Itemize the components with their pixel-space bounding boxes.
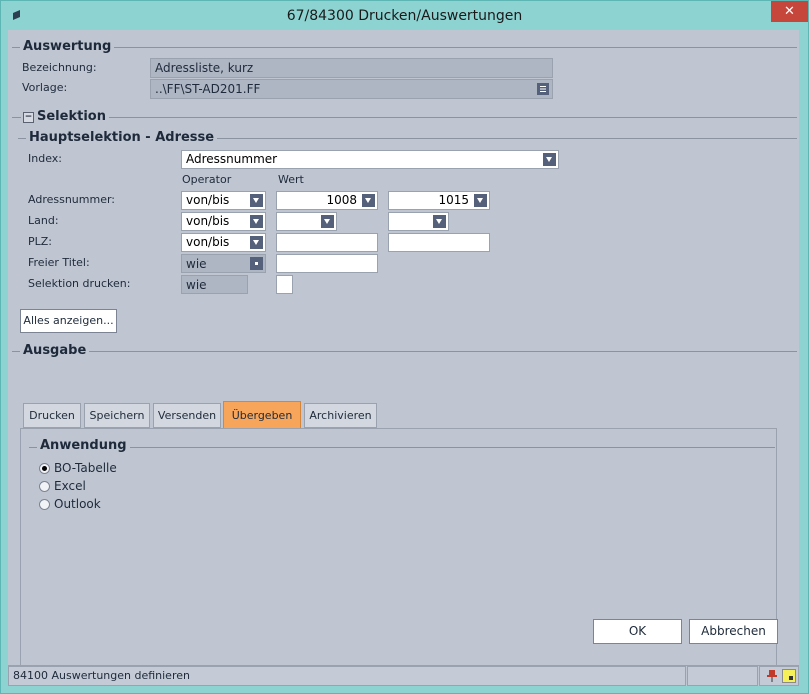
status-text: 84100 Auswertungen definieren xyxy=(8,666,686,686)
close-icon: ✕ xyxy=(784,4,795,19)
chevron-down-icon[interactable] xyxy=(250,215,263,228)
option-excel[interactable]: Excel xyxy=(39,479,159,493)
collapse-toggle-icon[interactable]: − xyxy=(23,112,34,123)
operator-value: von/bis xyxy=(186,235,230,249)
tab-versenden[interactable]: Versenden xyxy=(153,403,221,428)
status-icons xyxy=(759,666,799,686)
status-cell-empty xyxy=(687,666,758,686)
menu-icon xyxy=(540,86,546,92)
plz-von-field[interactable] xyxy=(276,233,378,252)
land-von-field[interactable] xyxy=(276,212,337,231)
wert-header: Wert xyxy=(278,173,304,186)
index-label: Index: xyxy=(28,152,62,165)
bezeichnung-label: Bezeichnung: xyxy=(22,61,97,74)
operator-header: Operator xyxy=(182,173,232,186)
adressnummer-von-field[interactable]: 1008 xyxy=(276,191,378,210)
section-title-selektion: Selektion xyxy=(37,109,106,124)
section-title-auswertung: Auswertung xyxy=(20,39,115,54)
adressnummer-label: Adressnummer: xyxy=(28,193,116,206)
selektion-drucken-label: Selektion drucken: xyxy=(28,277,131,290)
selektion-header[interactable]: − Selektion xyxy=(21,109,109,124)
option-label: Outlook xyxy=(54,497,101,511)
close-button[interactable]: ✕ xyxy=(771,1,808,22)
chevron-down-icon[interactable] xyxy=(250,236,263,249)
alles-anzeigen-button[interactable]: Alles anzeigen... xyxy=(20,309,117,333)
radio-outlook[interactable] xyxy=(39,499,50,510)
vorlage-value: ..\FF\ST-AD201.FF xyxy=(155,82,261,96)
radio-bo-tabelle[interactable] xyxy=(39,463,50,474)
index-value: Adressnummer xyxy=(186,152,278,166)
vorlage-label: Vorlage: xyxy=(22,81,68,94)
freier-titel-label: Freier Titel: xyxy=(28,256,90,269)
chevron-down-icon[interactable] xyxy=(543,153,556,166)
chevron-down-icon[interactable] xyxy=(250,194,263,207)
plz-label: PLZ: xyxy=(28,235,53,248)
cancel-button[interactable]: Abbrechen xyxy=(689,619,778,644)
land-bis-field[interactable] xyxy=(388,212,449,231)
von-value: 1008 xyxy=(326,193,357,207)
ok-button[interactable]: OK xyxy=(593,619,682,644)
tab-speichern[interactable]: Speichern xyxy=(84,403,150,428)
index-dropdown[interactable]: Adressnummer xyxy=(181,150,559,169)
plz-bis-field[interactable] xyxy=(388,233,490,252)
plz-operator[interactable]: von/bis xyxy=(181,233,266,252)
option-label: Excel xyxy=(54,479,86,493)
freier-titel-operator[interactable]: wie xyxy=(181,254,266,273)
browse-button[interactable] xyxy=(537,83,549,95)
tab-archivieren[interactable]: Archivieren xyxy=(304,403,377,428)
pin-icon[interactable] xyxy=(765,669,779,683)
section-title-hauptselektion: Hauptselektion - Adresse xyxy=(26,130,218,145)
bezeichnung-field[interactable]: Adressliste, kurz xyxy=(150,58,553,78)
freier-titel-field[interactable] xyxy=(276,254,378,273)
window-title: 67/84300 Drucken/Auswertungen xyxy=(286,8,523,24)
adressnummer-bis-field[interactable]: 1015 xyxy=(388,191,490,210)
option-outlook[interactable]: Outlook xyxy=(39,497,159,511)
selektion-drucken-checkbox[interactable] xyxy=(276,275,293,294)
tab-uebergeben[interactable]: Übergeben xyxy=(223,401,301,429)
bis-value: 1015 xyxy=(438,193,469,207)
selektion-drucken-operator: wie xyxy=(181,275,248,294)
chevron-down-icon[interactable] xyxy=(474,194,487,207)
note-icon[interactable] xyxy=(782,669,796,683)
land-label: Land: xyxy=(28,214,59,227)
chevron-down-icon[interactable] xyxy=(321,215,334,228)
section-title-ausgabe: Ausgabe xyxy=(20,343,90,358)
operator-value: von/bis xyxy=(186,214,230,228)
chevron-down-icon[interactable] xyxy=(362,194,375,207)
title-bar[interactable]: 67/84300 Drucken/Auswertungen ✕ xyxy=(1,1,808,31)
chevron-down-icon[interactable] xyxy=(433,215,446,228)
operator-value: wie xyxy=(186,257,207,271)
dot-icon[interactable] xyxy=(250,257,263,270)
option-label: BO-Tabelle xyxy=(54,461,117,475)
tab-drucken[interactable]: Drucken xyxy=(23,403,81,428)
vorlage-field[interactable]: ..\FF\ST-AD201.FF xyxy=(150,79,553,99)
adressnummer-operator[interactable]: von/bis xyxy=(181,191,266,210)
land-operator[interactable]: von/bis xyxy=(181,212,266,231)
radio-excel[interactable] xyxy=(39,481,50,492)
status-bar: 84100 Auswertungen definieren xyxy=(8,665,799,686)
section-title-anwendung: Anwendung xyxy=(37,438,130,453)
dialog-client: Auswertung Bezeichnung: Adressliste, kur… xyxy=(8,30,799,683)
operator-value: von/bis xyxy=(186,193,230,207)
option-bo-tabelle[interactable]: BO-Tabelle xyxy=(39,461,159,475)
